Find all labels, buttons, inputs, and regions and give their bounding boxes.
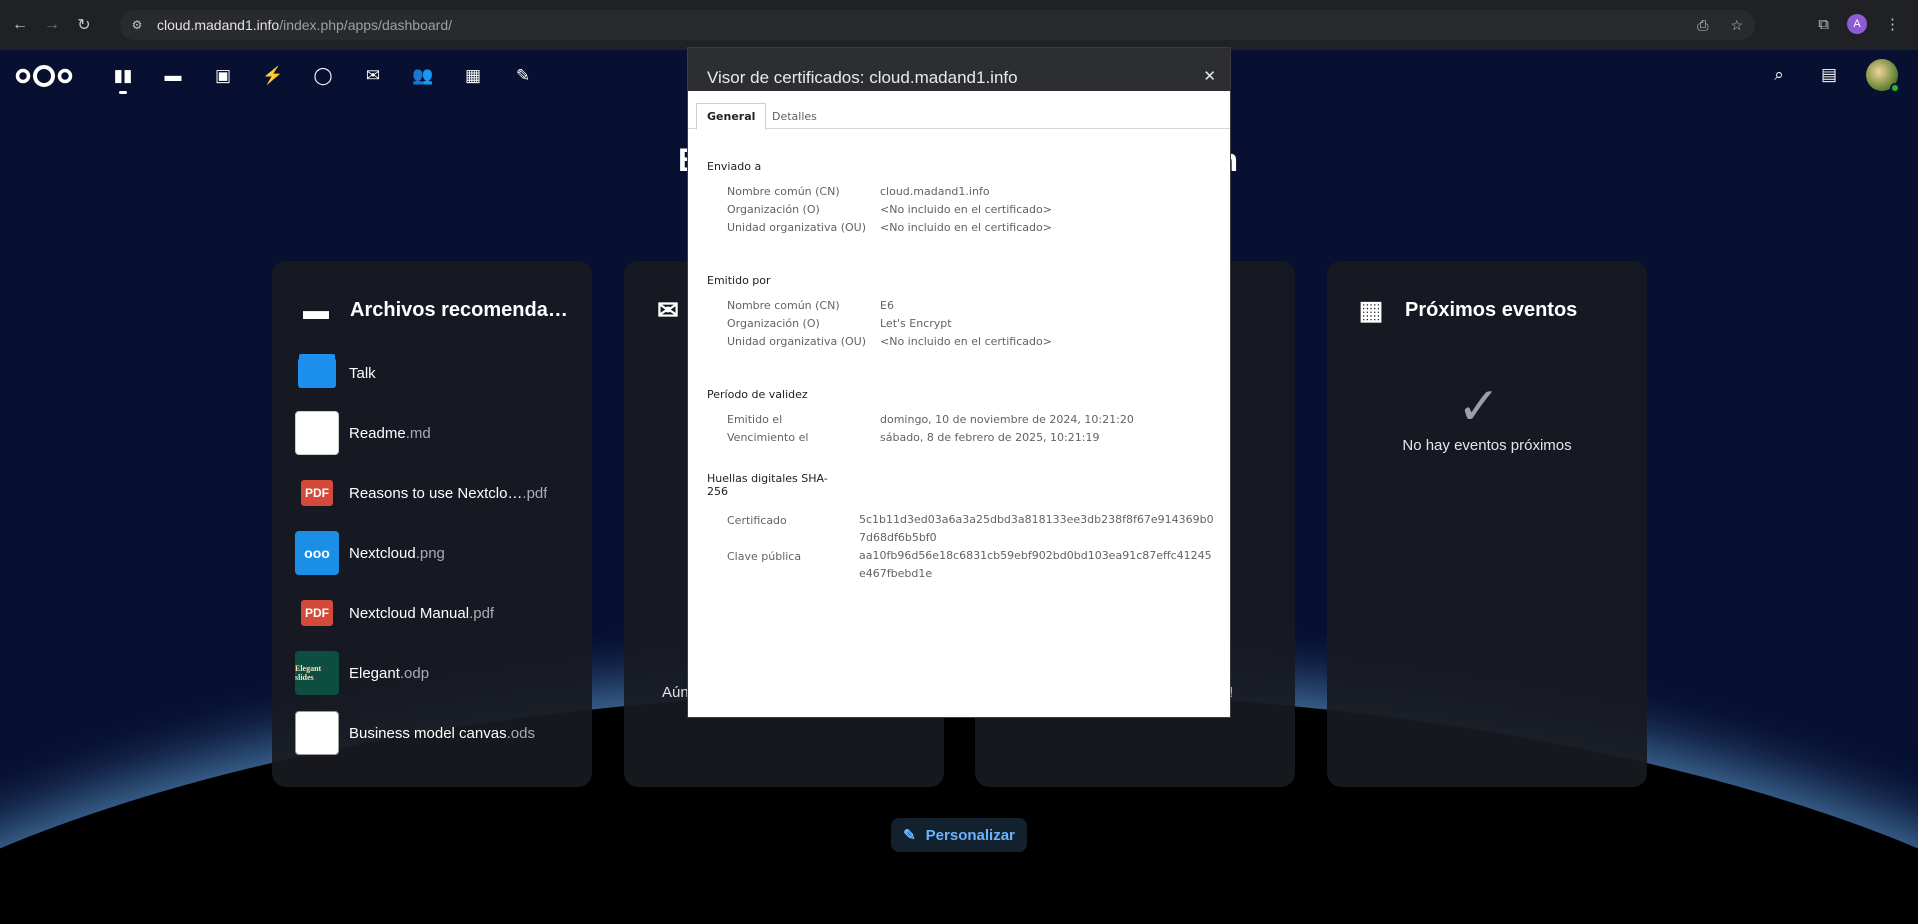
address-bar[interactable]: ⚙ cloud.madand1.info/index.php/apps/dash… <box>120 10 1755 40</box>
back-icon[interactable]: ← <box>8 13 32 37</box>
contacts-icon[interactable]: 👥 <box>410 63 436 89</box>
profile-avatar[interactable]: A <box>1847 14 1867 34</box>
field-value: <No incluido en el certificado> <box>880 203 1052 216</box>
field-label: Nombre común (CN) <box>727 185 840 198</box>
empty-events-message: No hay eventos próximos <box>1402 437 1572 454</box>
url-text[interactable]: cloud.madand1.info/index.php/apps/dashbo… <box>157 17 452 33</box>
extensions-icon[interactable]: ⧉ <box>1818 16 1829 33</box>
checkmark-icon: ✓ <box>1457 378 1501 436</box>
dashboard-icon[interactable]: ▮▮ <box>110 63 136 94</box>
public-key-fingerprint: aa10fb96d56e18c6831cb59ebf902bd0bd103ea9… <box>859 549 1212 580</box>
files-icon[interactable]: ▬ <box>160 63 186 89</box>
notes-icon[interactable]: ✎ <box>510 63 536 89</box>
field-label: Nombre común (CN) <box>727 299 840 312</box>
file-list: Talk Readme.md PDF Reasons to use Nextcl… <box>295 343 575 763</box>
section-fingerprints: Huellas digitales SHA- <box>707 472 828 485</box>
online-status-badge <box>1890 83 1900 93</box>
dialog-tabs: General Detalles <box>688 91 1230 130</box>
field-label: Organización (O) <box>727 317 820 330</box>
field-label: Vencimiento el <box>727 431 809 444</box>
section-issued-to: Enviado a <box>707 160 762 173</box>
image-thumbnail: ooo <box>295 531 339 575</box>
field-value: <No incluido en el certificado> <box>880 221 1052 234</box>
file-item-nextcloud-png[interactable]: ooo Nextcloud.png <box>295 523 575 583</box>
folder-icon <box>295 351 339 395</box>
field-label: Emitido el <box>727 413 783 426</box>
activity-icon[interactable]: ⚡ <box>260 63 286 89</box>
certificate-fingerprint: 5c1b11d3ed03a6a3a25dbd3a818133ee3db238f8… <box>859 513 1214 544</box>
install-app-icon[interactable]: ⎙ <box>1697 17 1708 34</box>
file-item-manual-pdf[interactable]: PDF Nextcloud Manual.pdf <box>295 583 575 643</box>
tab-general[interactable]: General <box>696 103 767 130</box>
folder-icon: ▬ <box>303 295 329 325</box>
file-thumbnail <box>295 411 339 455</box>
field-label: Unidad organizativa (OU) <box>727 335 867 348</box>
field-label: Certificado <box>727 514 787 527</box>
spreadsheet-thumbnail <box>295 711 339 755</box>
tab-details[interactable]: Detalles <box>762 103 827 130</box>
widget-title[interactable]: ✉ <box>654 295 682 326</box>
mail-icon: ✉ <box>657 295 679 325</box>
field-value: cloud.madand1.info <box>880 185 990 198</box>
field-value: domingo, 10 de noviembre de 2024, 10:21:… <box>880 413 1134 426</box>
calendar-icon: ▦ <box>1358 295 1384 325</box>
user-avatar[interactable] <box>1866 59 1900 93</box>
field-label: Organización (O) <box>727 203 820 216</box>
presentation-thumbnail: Elegant slides <box>295 651 339 695</box>
widget-title[interactable]: ▦ Próximos eventos <box>1357 295 1578 326</box>
reload-icon[interactable]: ↻ <box>72 13 96 37</box>
browser-menu-icon[interactable]: ⋮ <box>1885 15 1900 33</box>
recommended-files-widget: ▬ Archivos recomenda… Talk Readme.md PDF… <box>272 261 592 787</box>
field-value: sábado, 8 de febrero de 2025, 10:21:19 <box>880 431 1100 444</box>
file-item-talk[interactable]: Talk <box>295 343 575 403</box>
contacts-menu-icon[interactable]: ▤ <box>1816 62 1842 88</box>
mail-empty-text: Aún <box>662 684 689 701</box>
file-item-reasons-pdf[interactable]: PDF Reasons to use Nextclo….pdf <box>295 463 575 523</box>
field-value: <No incluido en el certificado> <box>880 335 1052 348</box>
pencil-icon: ✎ <box>903 827 916 844</box>
dialog-title: Visor de certificados: cloud.madand1.inf… <box>707 68 1018 87</box>
section-validity: Período de validez <box>707 388 808 401</box>
file-item-elegant-odp[interactable]: Elegant slides Elegant.odp <box>295 643 575 703</box>
site-info-icon[interactable]: ⚙ <box>126 14 148 36</box>
file-item-readme[interactable]: Readme.md <box>295 403 575 463</box>
field-label: Unidad organizativa (OU) <box>727 221 867 234</box>
dialog-title-bar[interactable]: Visor de certificados: cloud.madand1.inf… <box>688 48 1230 91</box>
certificate-viewer-dialog: Visor de certificados: cloud.madand1.inf… <box>687 47 1231 718</box>
calendar-icon[interactable]: ▦ <box>460 63 486 89</box>
close-icon[interactable]: ✕ <box>1203 67 1216 85</box>
mail-icon[interactable]: ✉ <box>360 63 386 89</box>
pdf-icon: PDF <box>295 471 339 515</box>
customize-button[interactable]: ✎ Personalizar <box>891 818 1027 852</box>
photos-icon[interactable]: ▣ <box>210 63 236 89</box>
search-icon[interactable]: ⌕ <box>1766 62 1792 88</box>
field-value: Let's Encrypt <box>880 317 952 330</box>
file-item-business-canvas[interactable]: Business model canvas.ods <box>295 703 575 763</box>
section-fingerprints-cont: 256 <box>707 485 728 498</box>
forward-icon[interactable]: → <box>40 13 64 37</box>
pdf-icon: PDF <box>295 591 339 635</box>
bookmark-star-icon[interactable]: ☆ <box>1730 17 1743 34</box>
upcoming-events-widget: ▦ Próximos eventos ✓ No hay eventos próx… <box>1327 261 1647 787</box>
field-label: Clave pública <box>727 550 802 563</box>
app-menu: ▮▮ ▬ ▣ ⚡ ◯ ✉ 👥 ▦ ✎ <box>110 63 536 94</box>
section-issued-by: Emitido por <box>707 274 771 287</box>
nextcloud-logo[interactable] <box>14 64 74 88</box>
field-value: E6 <box>880 299 894 312</box>
browser-toolbar: ← → ↻ ⚙ cloud.madand1.info/index.php/app… <box>0 0 1918 50</box>
widget-title[interactable]: ▬ Archivos recomenda… <box>302 295 568 326</box>
talk-icon[interactable]: ◯ <box>310 63 336 89</box>
